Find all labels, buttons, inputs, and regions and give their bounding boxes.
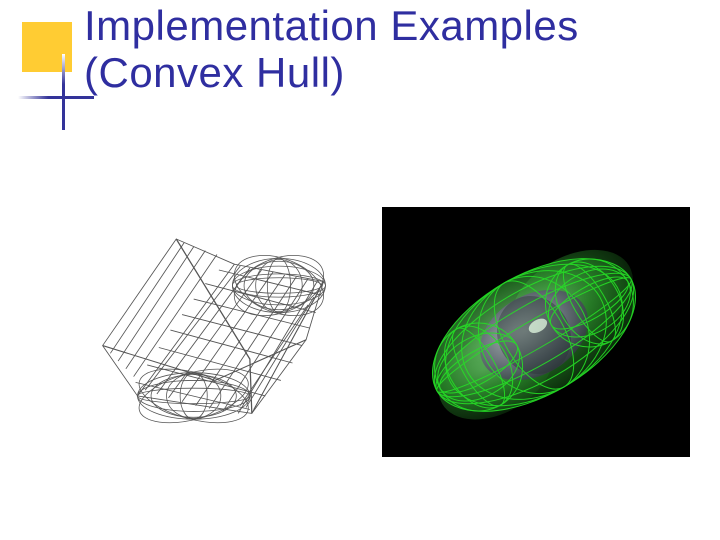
decor-vertical-line — [62, 54, 65, 130]
title-decoration — [18, 8, 92, 118]
convex-hull-wireframe-icon — [60, 202, 370, 462]
slide-content — [60, 154, 690, 510]
figure-right — [382, 207, 690, 457]
title-line-1: Implementation Examples — [84, 2, 579, 49]
title-line-2: (Convex Hull) — [84, 49, 345, 96]
decor-horizontal-line — [18, 96, 94, 99]
convex-hull-rendered-icon — [386, 207, 686, 457]
figure-left — [60, 202, 370, 462]
slide: Implementation Examples (Convex Hull) — [0, 0, 720, 540]
slide-title: Implementation Examples (Convex Hull) — [84, 2, 700, 96]
